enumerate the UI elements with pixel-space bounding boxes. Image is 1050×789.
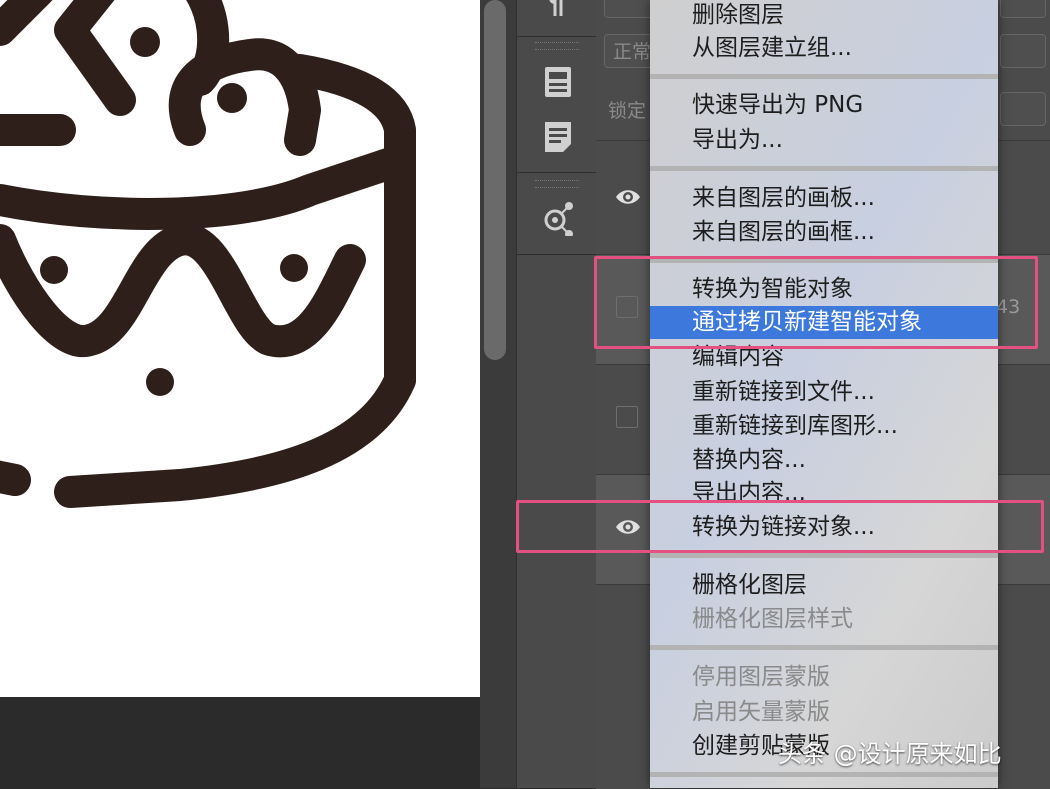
menu-item-replace-contents[interactable]: 替换内容... xyxy=(692,445,806,475)
menu-separator xyxy=(650,74,998,79)
menu-item-relink-to-file[interactable]: 重新链接到文件... xyxy=(692,377,875,407)
menu-item-frame-from-layers[interactable]: 来自图层的画框... xyxy=(692,217,875,247)
grip-handle[interactable] xyxy=(535,180,579,188)
menu-item-export-as[interactable]: 导出为... xyxy=(692,125,783,155)
tool-divider xyxy=(517,172,597,173)
menu-item-delete-layer[interactable]: 删除图层 xyxy=(692,0,784,30)
menu-item-relink-to-library-graphic[interactable]: 重新链接到库图形... xyxy=(692,411,898,441)
canvas-scrollbar-thumb[interactable] xyxy=(484,0,506,360)
canvas-pasteboard xyxy=(0,697,480,788)
properties-icon[interactable] xyxy=(541,65,575,99)
fill-field[interactable] xyxy=(1000,92,1046,126)
menu-separator xyxy=(650,166,998,171)
filter-toggle[interactable] xyxy=(1000,0,1046,18)
lock-label: 锁定 xyxy=(608,100,647,122)
cake-illustration xyxy=(0,0,416,508)
blend-mode-label: 正常 xyxy=(613,41,652,63)
tool-divider xyxy=(517,254,597,255)
menu-item-rasterize-layer-style: 栅格化图层样式 xyxy=(692,606,853,632)
panel-tool-strip xyxy=(516,0,598,788)
watermark-text: 头条 @设计原来如比 xyxy=(778,740,1002,768)
layer-comps-icon[interactable] xyxy=(541,202,575,238)
annotation-box-smart-object xyxy=(594,256,1038,349)
document-canvas[interactable] xyxy=(0,0,480,697)
menu-item-quick-export-png[interactable]: 快速导出为 PNG xyxy=(692,90,863,120)
annotation-box-linked-object xyxy=(516,500,1044,553)
grip-handle[interactable] xyxy=(535,42,579,50)
menu-separator xyxy=(650,645,998,650)
tool-divider xyxy=(517,36,597,37)
layer-context-menu: 删除图层 从图层建立组... 快速导出为 PNG 导出为... 来自图层的画板.… xyxy=(650,0,998,788)
menu-item-enable-vector-mask: 启用矢量蒙版 xyxy=(692,699,830,725)
paragraph-icon[interactable] xyxy=(541,0,575,22)
menu-item-artboard-from-layers[interactable]: 来自图层的画板... xyxy=(692,183,875,213)
layer-visibility-checkbox[interactable] xyxy=(616,406,638,428)
menu-item-disable-layer-mask: 停用图层蒙版 xyxy=(692,664,830,690)
menu-separator xyxy=(650,772,998,777)
eye-icon[interactable] xyxy=(614,187,642,207)
menu-item-rasterize-layer[interactable]: 栅格化图层 xyxy=(692,570,807,600)
opacity-field[interactable] xyxy=(1000,34,1046,68)
menu-separator xyxy=(650,553,998,558)
menu-item-group-from-layers[interactable]: 从图层建立组... xyxy=(692,33,852,63)
notes-icon[interactable] xyxy=(541,120,575,154)
